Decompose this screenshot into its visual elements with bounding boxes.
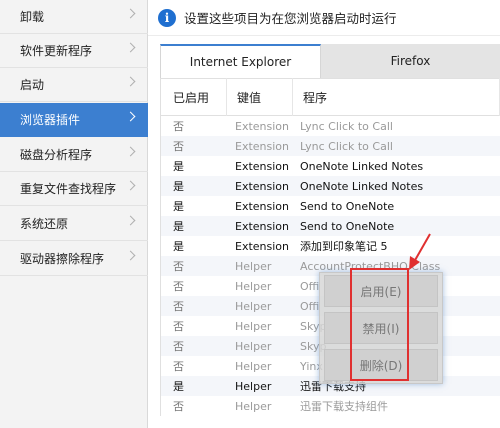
info-icon: i — [158, 8, 176, 27]
table-cell-enabled: 否 — [173, 320, 184, 333]
table-cell-key: Extension — [235, 219, 290, 233]
sidebar-item-label: 磁盘分析程序 — [20, 148, 93, 162]
table-cell-enabled: 否 — [173, 280, 184, 293]
chevron-right-icon — [125, 76, 136, 87]
tab-firefox[interactable]: Firefox — [321, 44, 500, 78]
table-row[interactable]: 否 Extension Lync Click to Call — [161, 136, 500, 156]
column-header-enabled[interactable]: 已启用 — [161, 78, 227, 116]
sidebar-item-label: 启动 — [20, 78, 45, 92]
chevron-right-icon — [125, 180, 136, 191]
chevron-right-icon — [125, 250, 136, 261]
table-cell-key: Extension — [235, 239, 290, 253]
table-cell-key: Extension — [235, 179, 290, 193]
info-bar: i 设置这些项目为在您浏览器启动时运行 — [148, 0, 500, 36]
sidebar-item-label: 重复文件查找程序 — [20, 182, 117, 196]
annotation-highlight-box — [350, 268, 409, 381]
table-cell-key: Extension — [235, 199, 290, 213]
sidebar-item-drive-wiper[interactable]: 驱动器擦除程序 — [0, 242, 148, 276]
sidebar-item-label: 驱动器擦除程序 — [20, 252, 105, 266]
table-cell-key: Helper — [235, 359, 272, 373]
table-row[interactable]: 否 Helper 迅雷下载支持组件 — [161, 396, 500, 416]
table-row[interactable]: 是 Extension 添加到印象笔记 5 — [161, 236, 500, 256]
sidebar-item-uninstall[interactable]: 卸载 — [0, 0, 148, 34]
sidebar-item-system-restore[interactable]: 系统还原 — [0, 207, 148, 241]
sidebar: 卸载 软件更新程序 启动 浏览器插件 磁盘分析程序 重复文件查找程序 系统还原 … — [0, 0, 148, 428]
sidebar-item-startup[interactable]: 启动 — [0, 68, 148, 102]
chevron-right-icon — [125, 8, 136, 19]
table-cell-key: Helper — [235, 339, 272, 353]
sidebar-item-browser-plugins[interactable]: 浏览器插件 — [0, 103, 148, 137]
sidebar-item-label: 软件更新程序 — [20, 44, 93, 58]
table-cell-enabled: 否 — [173, 260, 184, 273]
table-cell-enabled: 否 — [173, 340, 184, 353]
sidebar-item-label: 系统还原 — [20, 217, 69, 231]
table-cell-key: Helper — [235, 279, 272, 293]
table-cell-key: Helper — [235, 399, 272, 413]
table-cell-enabled: 否 — [173, 300, 184, 313]
table-cell-enabled: 是 — [173, 200, 184, 213]
table-cell-enabled: 否 — [173, 140, 184, 153]
table-cell-program: OneNote Linked Notes — [300, 179, 424, 193]
sidebar-item-software-updater[interactable]: 软件更新程序 — [0, 34, 148, 68]
chevron-right-icon — [125, 215, 136, 226]
table-cell-enabled: 是 — [173, 240, 184, 253]
column-header-program[interactable]: 程序 — [293, 78, 500, 116]
table-row[interactable]: 是 Extension OneNote Linked Notes — [161, 156, 500, 176]
sidebar-item-duplicate-finder[interactable]: 重复文件查找程序 — [0, 172, 148, 206]
table-cell-key: Helper — [235, 379, 272, 393]
table-cell-enabled: 否 — [173, 360, 184, 373]
table-row[interactable]: 否 Extension Lync Click to Call — [161, 116, 500, 136]
table-row[interactable]: 是 Extension OneNote Linked Notes — [161, 176, 500, 196]
table-cell-key: Extension — [235, 119, 290, 133]
table-cell-enabled: 是 — [173, 380, 184, 393]
table-row[interactable]: 是 Extension Send to OneNote — [161, 216, 500, 236]
table-cell-program: Send to OneNote — [300, 199, 395, 213]
table-cell-program: 迅雷下载支持组件 — [300, 400, 388, 413]
table-cell-key: Helper — [235, 299, 272, 313]
chevron-right-icon — [125, 42, 136, 53]
chevron-right-icon — [125, 146, 136, 157]
table-cell-program: Lync Click to Call — [300, 139, 393, 153]
table-cell-program: Send to OneNote — [300, 219, 395, 233]
table-cell-enabled: 否 — [173, 400, 184, 413]
column-header-key[interactable]: 键值 — [227, 78, 293, 116]
table-cell-program: 添加到印象笔记 5 — [300, 240, 388, 253]
table-cell-enabled: 是 — [173, 220, 184, 233]
table-cell-enabled: 是 — [173, 180, 184, 193]
table-cell-enabled: 否 — [173, 120, 184, 133]
sidebar-item-label: 卸载 — [20, 10, 45, 24]
sidebar-item-label: 浏览器插件 — [20, 113, 81, 127]
table-cell-key: Extension — [235, 139, 290, 153]
table-header: 已启用 键值 程序 — [161, 78, 500, 116]
table-cell-key: Helper — [235, 319, 272, 333]
table-cell-key: Helper — [235, 259, 272, 273]
table-cell-program: Lync Click to Call — [300, 119, 393, 133]
browser-tabs: Internet Explorer Firefox — [160, 44, 500, 78]
table-cell-program: OneNote Linked Notes — [300, 159, 424, 173]
sidebar-item-disk-analyzer[interactable]: 磁盘分析程序 — [0, 138, 148, 172]
table-cell-enabled: 是 — [173, 160, 184, 173]
info-text: 设置这些项目为在您浏览器启动时运行 — [184, 11, 397, 26]
table-cell-key: Extension — [235, 159, 290, 173]
chevron-right-icon — [125, 111, 136, 122]
table-row[interactable]: 是 Extension Send to OneNote — [161, 196, 500, 216]
tab-internet-explorer[interactable]: Internet Explorer — [160, 44, 321, 78]
